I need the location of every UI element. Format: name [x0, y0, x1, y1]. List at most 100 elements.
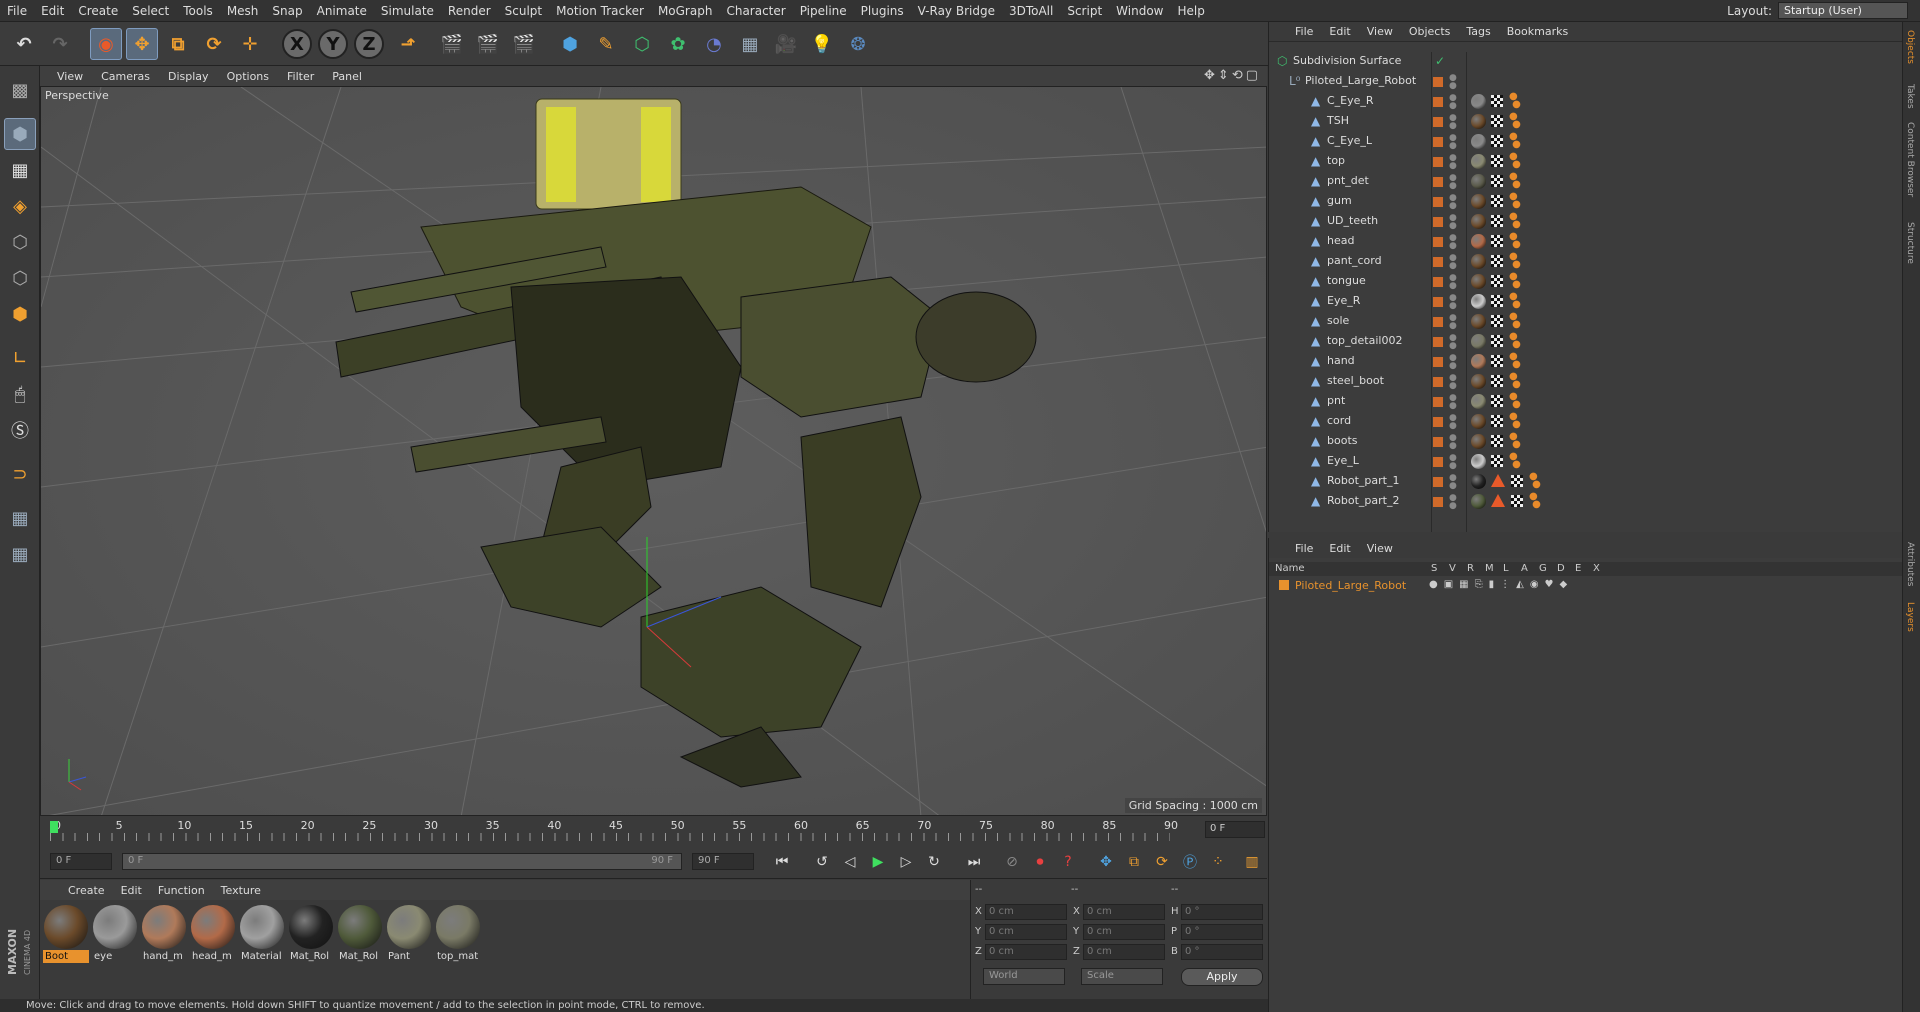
side-tab-attributes[interactable]: Attributes	[1905, 542, 1915, 586]
viewport-menu-display[interactable]: Display	[159, 70, 218, 83]
layer-color-swatch[interactable]	[1433, 77, 1443, 87]
material-tag-icon[interactable]	[1471, 194, 1486, 209]
menu-item-sculpt[interactable]: Sculpt	[498, 4, 549, 18]
selection-tag-icon[interactable]: ● ●	[1509, 132, 1521, 150]
menu-item-create[interactable]: Create	[71, 4, 125, 18]
uvw-tag-icon[interactable]	[1491, 115, 1503, 127]
layer-flag-icons[interactable]: ●▣▦⎘▮⋮◭◉♥◆	[1429, 579, 1573, 590]
phong-tag-icon[interactable]	[1491, 474, 1505, 487]
axis-y-button[interactable]: Y	[318, 29, 348, 59]
material-tag-icon[interactable]	[1471, 314, 1486, 329]
visibility-dots[interactable]: ● ●	[1449, 374, 1457, 391]
layout-select[interactable]: Startup (User)	[1778, 2, 1908, 19]
uvw-tag-icon[interactable]	[1491, 175, 1503, 187]
playhead[interactable]	[50, 821, 58, 833]
points-mode-icon[interactable]: ⬡	[4, 226, 36, 258]
object-name[interactable]: Robot_part_1	[1327, 474, 1399, 487]
selection-tag-icon[interactable]: ● ●	[1509, 172, 1521, 190]
layer-color-swatch[interactable]	[1433, 177, 1443, 187]
object-name[interactable]: top	[1327, 154, 1345, 167]
object-name[interactable]: Eye_R	[1327, 294, 1360, 307]
selection-tag-icon[interactable]: ● ●	[1509, 292, 1521, 310]
object-row[interactable]: ▲ Robot_part_2 ● ● ● ●	[1269, 492, 1903, 512]
visibility-dots[interactable]: ● ●	[1449, 254, 1457, 271]
layer-column-header[interactable]: R	[1467, 563, 1474, 574]
subdivision-icon[interactable]: ⬡	[626, 28, 658, 60]
selection-tag-icon[interactable]: ● ●	[1509, 252, 1521, 270]
visibility-dots[interactable]: ● ●	[1449, 234, 1457, 251]
material-tag-icon[interactable]	[1471, 234, 1486, 249]
uvw-tag-icon[interactable]	[1491, 295, 1503, 307]
material-tag-icon[interactable]	[1471, 114, 1486, 129]
selection-tag-icon[interactable]: ● ●	[1509, 352, 1521, 370]
object-name[interactable]: tongue	[1327, 274, 1366, 287]
selection-tag-icon[interactable]: ● ●	[1509, 92, 1521, 110]
viewport-menu-panel[interactable]: Panel	[323, 70, 371, 83]
visibility-dots[interactable]: ● ●	[1449, 74, 1457, 91]
timeline-ticks[interactable]: 051015202530354045505560657075808590	[50, 819, 1200, 843]
layer-color-swatch[interactable]	[1279, 580, 1289, 590]
layer-column-header[interactable]: G	[1539, 563, 1547, 574]
go-to-start-icon[interactable]: ⏮	[770, 851, 794, 873]
visibility-dots[interactable]: ● ●	[1449, 114, 1457, 131]
visibility-dots[interactable]: ● ●	[1449, 414, 1457, 431]
object-row[interactable]: ▲ tongue ● ● ● ●	[1269, 272, 1903, 292]
object-name[interactable]: UD_teeth	[1327, 214, 1378, 227]
visibility-dots[interactable]: ● ●	[1449, 454, 1457, 471]
menu-item-render[interactable]: Render	[441, 4, 498, 18]
object-menu-objects[interactable]: Objects	[1401, 25, 1459, 38]
menu-item-edit[interactable]: Edit	[34, 4, 71, 18]
object-menu-tags[interactable]: Tags	[1458, 25, 1498, 38]
start-frame-field[interactable]: 0 F	[50, 853, 112, 870]
layer-column-header[interactable]: D	[1557, 563, 1565, 574]
layer-color-swatch[interactable]	[1433, 437, 1443, 447]
keyframe-selection-icon[interactable]: ?	[1056, 851, 1080, 873]
material-menu-texture[interactable]: Texture	[213, 884, 269, 897]
layer-color-swatch[interactable]	[1433, 237, 1443, 247]
scale-icon[interactable]: ⧉	[162, 28, 194, 60]
coordinate-mode-select[interactable]: World	[983, 968, 1065, 985]
material-tag-icon[interactable]	[1471, 374, 1486, 389]
material-tag-icon[interactable]	[1471, 174, 1486, 189]
material-tag-icon[interactable]	[1471, 474, 1486, 489]
layer-column-header[interactable]: S	[1431, 563, 1437, 574]
side-tab-content-browser[interactable]: Content Browser	[1905, 122, 1915, 197]
coordinate-system-icon[interactable]: ⬏	[392, 28, 424, 60]
key-position-icon[interactable]: ✥	[1094, 851, 1118, 873]
menu-item-script[interactable]: Script	[1060, 4, 1109, 18]
object-name[interactable]: pnt_det	[1327, 174, 1369, 187]
frame-range-slider[interactable]: 0 F 90 F	[122, 853, 682, 870]
visibility-dots[interactable]: ● ●	[1449, 194, 1457, 211]
selection-tag-icon[interactable]: ● ●	[1509, 192, 1521, 210]
material-tag-icon[interactable]	[1471, 354, 1486, 369]
record-active-objects-icon[interactable]: ⊘	[1000, 851, 1024, 873]
viewport-menu-filter[interactable]: Filter	[278, 70, 323, 83]
object-name[interactable]: Eye_L	[1327, 454, 1359, 467]
layer-menu-file[interactable]: File	[1287, 542, 1321, 555]
play-forward-icon[interactable]: ▶	[866, 851, 890, 873]
planar-workplane-icon[interactable]: ▦	[4, 538, 36, 570]
visibility-dots[interactable]: ● ●	[1449, 274, 1457, 291]
object-row[interactable]: ▲ pnt_det ● ● ● ●	[1269, 172, 1903, 192]
uvw-tag-icon[interactable]	[1491, 435, 1503, 447]
menu-item-snap[interactable]: Snap	[265, 4, 309, 18]
material-swatch[interactable]: head_m	[190, 904, 236, 962]
object-row[interactable]: ▲ C_Eye_L ● ● ● ●	[1269, 132, 1903, 152]
layer-column-header[interactable]: X	[1593, 563, 1600, 574]
layer-column-header[interactable]: Name	[1275, 563, 1305, 574]
material-tag-icon[interactable]	[1471, 434, 1486, 449]
side-tab-structure[interactable]: Structure	[1905, 222, 1915, 264]
render-settings-icon[interactable]: 🎬	[508, 28, 540, 60]
object-row[interactable]: ▲ pant_cord ● ● ● ●	[1269, 252, 1903, 272]
material-menu-function[interactable]: Function	[150, 884, 213, 897]
live-selection-icon[interactable]: ◉	[90, 28, 122, 60]
object-row[interactable]: ▲ Eye_L ● ● ● ●	[1269, 452, 1903, 472]
menu-item-select[interactable]: Select	[125, 4, 176, 18]
uvw-tag-icon[interactable]	[1491, 95, 1503, 107]
visibility-dots[interactable]: ● ●	[1449, 154, 1457, 171]
layer-color-swatch[interactable]	[1433, 457, 1443, 467]
axis-z-button[interactable]: Z	[354, 29, 384, 59]
material-tag-icon[interactable]	[1471, 94, 1486, 109]
object-row[interactable]: ▲ Robot_part_1 ● ● ● ●	[1269, 472, 1903, 492]
uvw-tag-icon[interactable]	[1491, 155, 1503, 167]
